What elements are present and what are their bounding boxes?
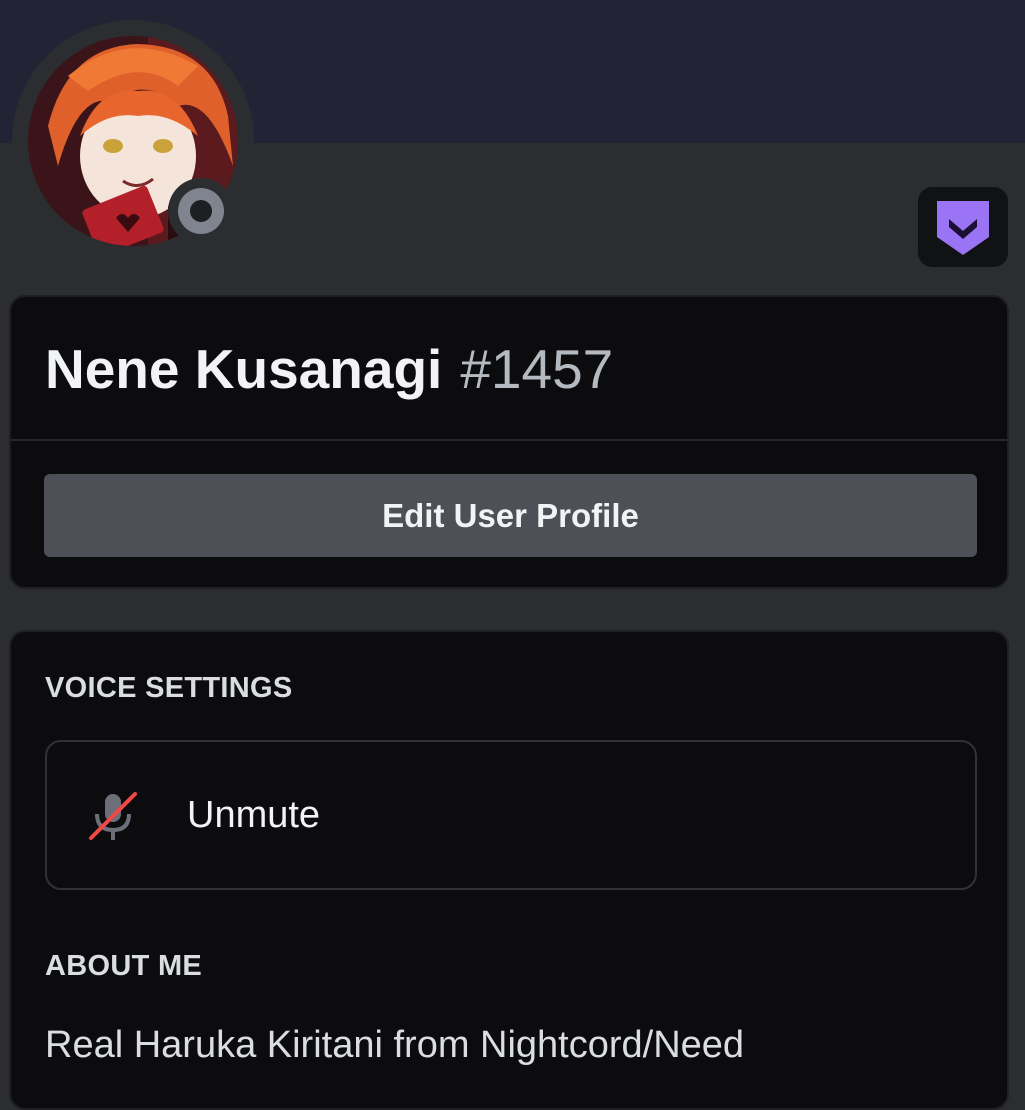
unmute-button[interactable]: Unmute: [45, 740, 977, 890]
user-info-card: Nene Kusanagi #1457 Edit User Profile: [9, 295, 1009, 589]
settings-card: VOICE SETTINGS Unmute ABOUT ME Real Haru…: [9, 630, 1009, 1110]
discriminator: #1457: [460, 338, 614, 400]
divider: [11, 439, 1007, 441]
nitro-badge-icon[interactable]: [918, 187, 1008, 267]
display-name: Nene Kusanagi: [45, 338, 443, 400]
microphone-muted-icon: [89, 792, 137, 840]
unmute-label: Unmute: [187, 794, 321, 836]
edit-user-profile-button[interactable]: Edit User Profile: [44, 474, 977, 557]
voice-settings-heading: VOICE SETTINGS: [45, 672, 293, 704]
about-me-heading: ABOUT ME: [45, 950, 203, 982]
offline-status-icon: [178, 188, 224, 234]
about-me-text: Real Haruka Kiritani from Nightcord/Need: [45, 1024, 745, 1066]
username-row: Nene Kusanagi #1457: [45, 337, 613, 417]
